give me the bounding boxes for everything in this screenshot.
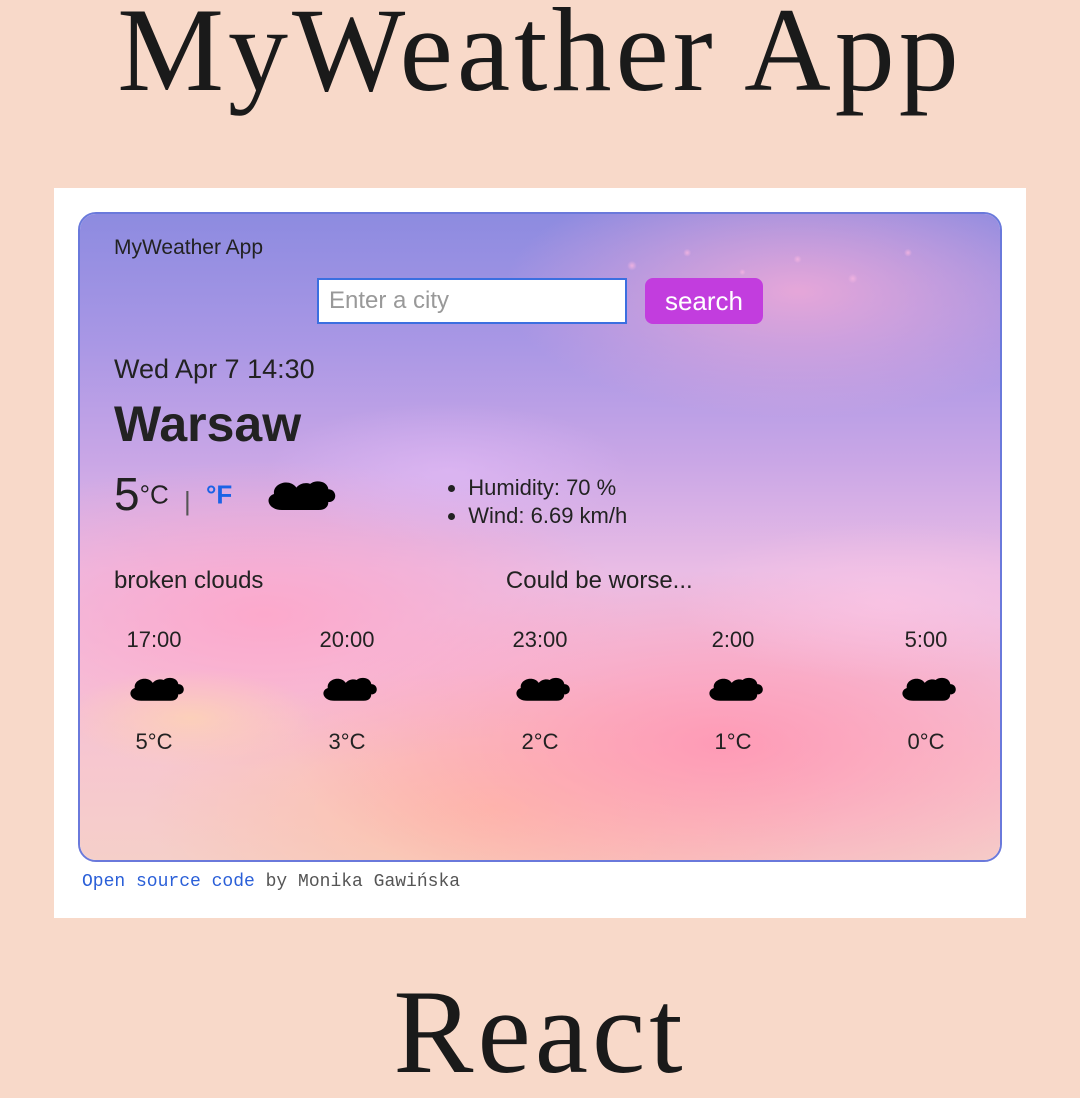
footer-credit: Open source code by Monika Gawińska — [78, 872, 1002, 892]
cloud-icon — [315, 667, 379, 709]
temperature-reading: 5°C | °F — [114, 467, 232, 521]
weather-description: broken clouds — [114, 567, 506, 595]
search-input[interactable] — [317, 278, 627, 324]
source-code-link[interactable]: Open source code — [82, 872, 255, 892]
forecast-time: 2:00 — [701, 627, 765, 653]
forecast-item: 17:00 5°C — [122, 627, 186, 755]
forecast-temp: 1°C — [701, 729, 765, 755]
app-label: MyWeather App — [114, 236, 966, 260]
forecast-time: 20:00 — [315, 627, 379, 653]
forecast-time: 17:00 — [122, 627, 186, 653]
forecast-temp: 0°C — [894, 729, 958, 755]
current-weather-row: 5°C | °F Humidity: 70 % Wind: 6.69 km/h — [114, 467, 966, 531]
forecast-time: 23:00 — [508, 627, 572, 653]
unit-celsius[interactable]: °C — [140, 480, 169, 510]
search-row: search — [114, 278, 966, 324]
top-script-title: MyWeather App — [0, 0, 1080, 110]
wind-item: Wind: 6.69 km/h — [468, 503, 627, 529]
weather-card: MyWeather App search Wed Apr 7 14:30 War… — [78, 212, 1002, 862]
temperature-value: 5 — [114, 468, 140, 520]
city-name: Warsaw — [114, 395, 966, 453]
cloud-icon — [122, 667, 186, 709]
weather-mood: Could be worse... — [506, 567, 966, 595]
forecast-temp: 2°C — [508, 729, 572, 755]
footer-author: by Monika Gawińska — [255, 872, 460, 892]
bottom-script-title: React — [0, 972, 1080, 1092]
forecast-row: 17:00 5°C 20:00 3°C 23:00 2°C 2:00 — [114, 627, 966, 755]
search-button[interactable]: search — [645, 278, 763, 324]
unit-separator: | — [177, 486, 198, 516]
app-frame: MyWeather App search Wed Apr 7 14:30 War… — [54, 188, 1026, 918]
forecast-item: 2:00 1°C — [701, 627, 765, 755]
forecast-item: 20:00 3°C — [315, 627, 379, 755]
forecast-temp: 5°C — [122, 729, 186, 755]
cloud-icon — [894, 667, 958, 709]
unit-fahrenheit[interactable]: °F — [206, 480, 232, 510]
temperature-block: 5°C | °F — [114, 467, 338, 521]
cloud-icon — [701, 667, 765, 709]
forecast-time: 5:00 — [894, 627, 958, 653]
current-datetime: Wed Apr 7 14:30 — [114, 354, 966, 385]
forecast-item: 23:00 2°C — [508, 627, 572, 755]
weather-details-list: Humidity: 70 % Wind: 6.69 km/h — [428, 473, 627, 531]
description-row: broken clouds Could be worse... — [114, 567, 966, 595]
humidity-item: Humidity: 70 % — [468, 475, 627, 501]
forecast-item: 5:00 0°C — [894, 627, 958, 755]
cloud-icon — [508, 667, 572, 709]
cloud-icon — [258, 468, 338, 520]
forecast-temp: 3°C — [315, 729, 379, 755]
